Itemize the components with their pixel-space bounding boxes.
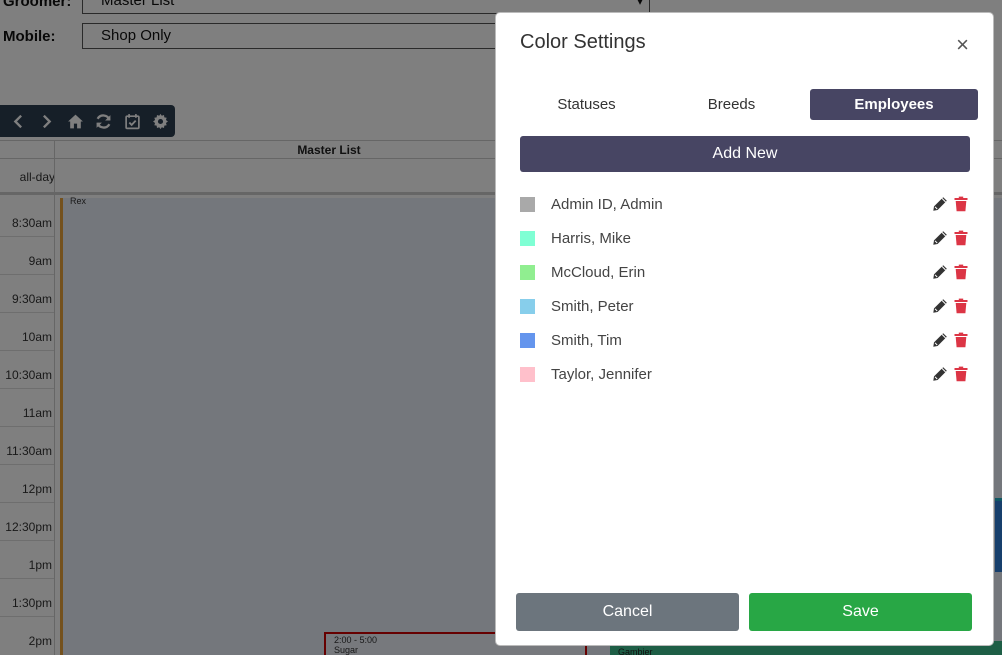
- color-swatch[interactable]: [520, 298, 535, 314]
- pencil-icon[interactable]: [930, 331, 949, 349]
- trash-icon[interactable]: [951, 195, 970, 213]
- employee-name: Taylor, Jennifer: [551, 365, 652, 383]
- modal-footer: Cancel Save: [516, 593, 972, 631]
- trash-icon[interactable]: [951, 331, 970, 349]
- employee-name: Smith, Peter: [551, 297, 634, 315]
- employee-name: Smith, Tim: [551, 331, 622, 349]
- color-settings-modal: Color Settings × Statuses Breeds Employe…: [495, 12, 994, 646]
- tab-breeds[interactable]: Breeds: [653, 89, 810, 120]
- list-item: Smith, Tim: [520, 323, 970, 357]
- close-icon[interactable]: ×: [956, 33, 969, 57]
- list-item: Harris, Mike: [520, 221, 970, 255]
- tab-statuses[interactable]: Statuses: [520, 89, 653, 120]
- pencil-icon[interactable]: [930, 297, 949, 315]
- trash-icon[interactable]: [951, 263, 970, 281]
- color-swatch[interactable]: [520, 264, 535, 280]
- color-swatch[interactable]: [520, 332, 535, 348]
- list-item: McCloud, Erin: [520, 255, 970, 289]
- pencil-icon[interactable]: [930, 263, 949, 281]
- trash-icon[interactable]: [951, 229, 970, 247]
- color-swatch[interactable]: [520, 230, 535, 246]
- employee-name: McCloud, Erin: [551, 263, 646, 281]
- list-item: Taylor, Jennifer: [520, 357, 970, 391]
- employee-name: Harris, Mike: [551, 229, 632, 247]
- save-button[interactable]: Save: [749, 593, 972, 631]
- settings-tabs: Statuses Breeds Employees: [520, 89, 978, 120]
- color-swatch[interactable]: [520, 196, 535, 212]
- list-item: Smith, Peter: [520, 289, 970, 323]
- pencil-icon[interactable]: [930, 229, 949, 247]
- list-item: Admin ID, Admin: [520, 187, 970, 221]
- modal-title: Color Settings: [520, 31, 646, 53]
- pencil-icon[interactable]: [930, 195, 949, 213]
- cancel-button[interactable]: Cancel: [516, 593, 739, 631]
- employee-color-list: Admin ID, Admin Harris, Mike McCloud, Er…: [520, 187, 970, 391]
- employee-name: Admin ID, Admin: [551, 195, 663, 213]
- pencil-icon[interactable]: [930, 365, 949, 383]
- trash-icon[interactable]: [951, 297, 970, 315]
- add-new-button[interactable]: Add New: [520, 136, 970, 172]
- trash-icon[interactable]: [951, 365, 970, 383]
- color-swatch[interactable]: [520, 366, 535, 382]
- tab-employees[interactable]: Employees: [810, 89, 978, 120]
